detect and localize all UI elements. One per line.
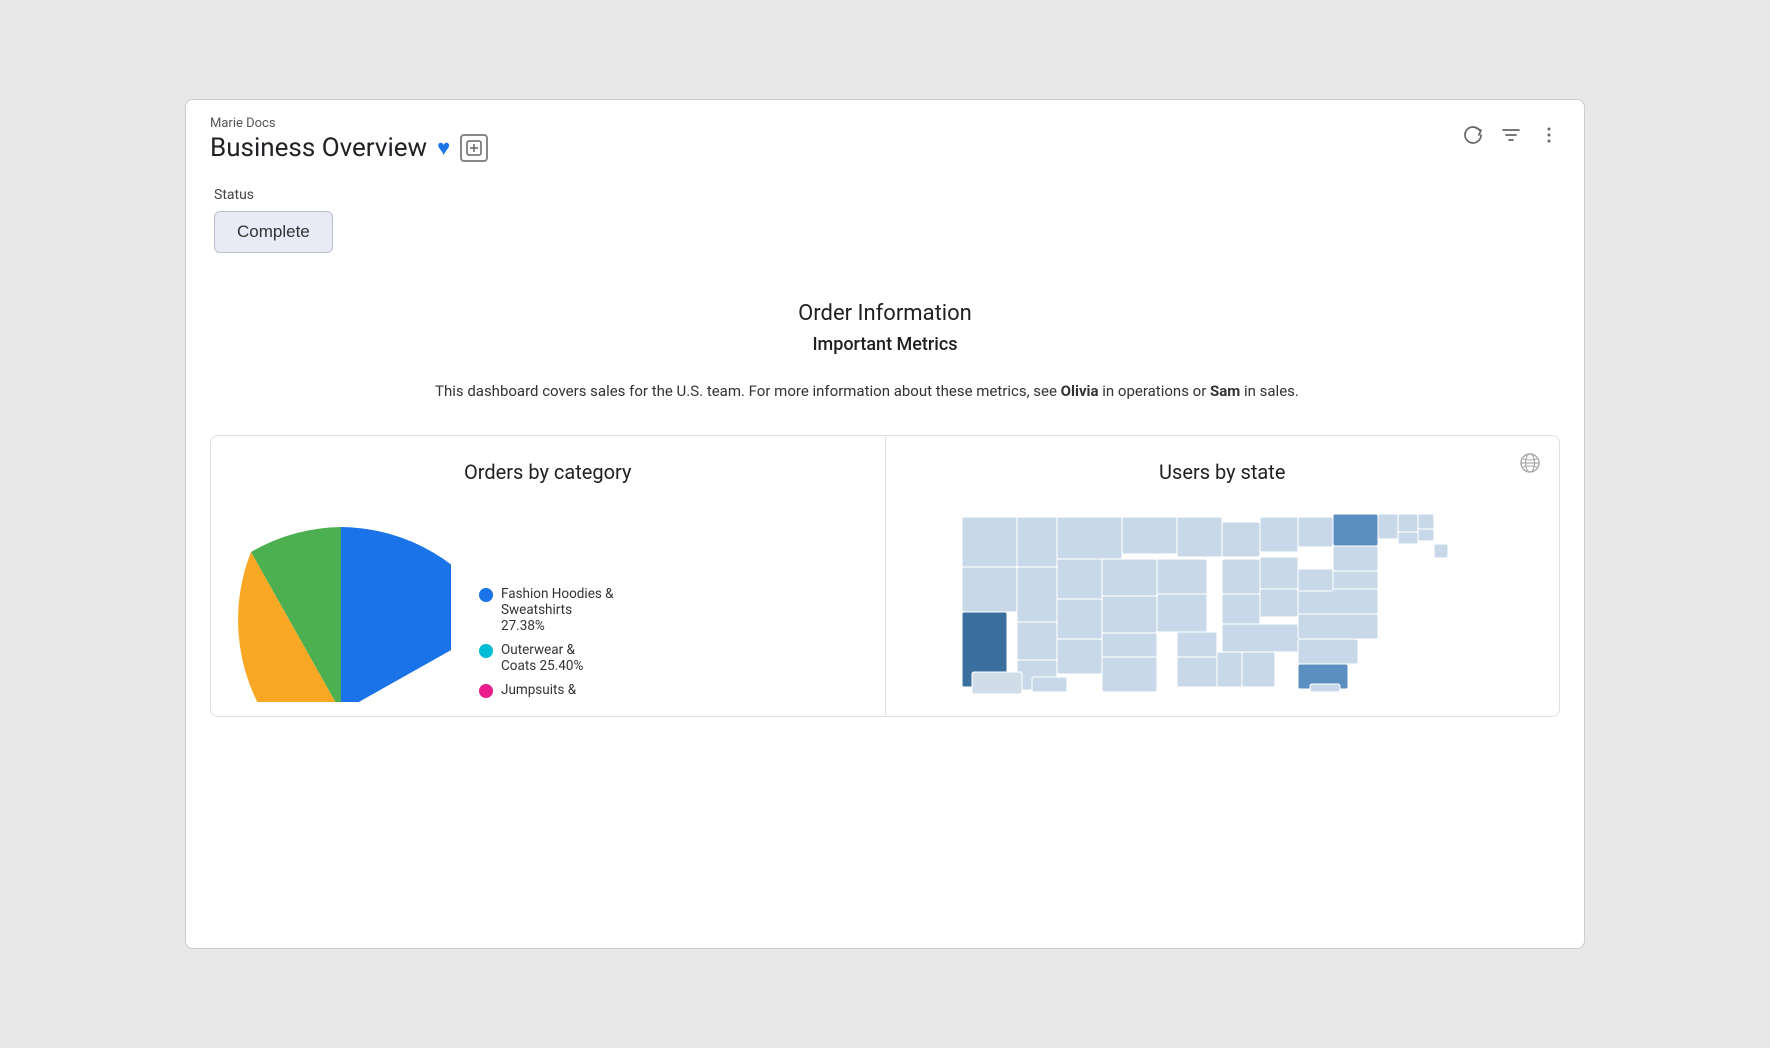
nc-state [1298, 614, 1378, 639]
pa-area [1298, 517, 1333, 547]
oh-state [1260, 557, 1298, 589]
me-state [1418, 514, 1434, 529]
mn-state [1177, 517, 1222, 557]
va-state [1298, 589, 1378, 614]
mi-state [1260, 517, 1298, 552]
pie-legend: Fashion Hoodies &Sweatshirts27.38% Outer… [479, 586, 614, 706]
legend-dot-3 [479, 684, 493, 698]
refresh-icon[interactable] [1462, 124, 1484, 151]
ky-state [1260, 589, 1298, 617]
page-title: Business Overview [210, 133, 427, 163]
header-right [1462, 116, 1560, 151]
sc-state [1298, 639, 1358, 664]
mt-state [1057, 517, 1122, 559]
la-state [1177, 657, 1217, 687]
filter-icon[interactable] [1500, 124, 1522, 151]
desc-text-1: This dashboard covers sales for the U.S.… [435, 382, 1061, 400]
legend-item-2: Outerwear &Coats 25.40% [479, 642, 614, 674]
or-state [962, 567, 1017, 612]
heart-icon[interactable]: ♥ [437, 135, 450, 161]
ar-state [1177, 632, 1217, 657]
ct-state [1398, 532, 1418, 544]
de-state [1434, 544, 1448, 558]
wv-state [1298, 569, 1333, 591]
description: This dashboard covers sales for the U.S.… [435, 379, 1335, 403]
legend-label-2: Outerwear &Coats 25.40% [501, 642, 583, 674]
breadcrumb: Marie Docs [210, 116, 488, 131]
important-metrics-title: Important Metrics [214, 334, 1556, 355]
more-icon[interactable] [1538, 124, 1560, 151]
ma-state [1418, 529, 1434, 541]
header: Marie Docs Business Overview ♥ [186, 100, 1584, 171]
globe-icon[interactable] [1519, 452, 1541, 479]
wy-state [1057, 559, 1102, 599]
main-window: Marie Docs Business Overview ♥ [185, 99, 1585, 949]
legend-item-3: Jumpsuits & [479, 682, 614, 698]
chart1-title: Orders by category [231, 460, 865, 484]
nd-state [1122, 517, 1177, 554]
desc-text-2: in operations or [1099, 382, 1210, 400]
order-info-title: Order Information [214, 301, 1556, 326]
status-label: Status [214, 187, 1556, 203]
ia-state [1157, 559, 1207, 594]
nm-state [1057, 639, 1102, 674]
sd-state [1102, 559, 1157, 596]
id-state [1017, 517, 1057, 567]
fl-thumb [1310, 684, 1340, 692]
ny-state [1333, 514, 1378, 546]
ne-state [1102, 596, 1157, 633]
hi-state [1032, 677, 1067, 692]
ak-state [972, 672, 1022, 694]
users-by-state-panel: Users by state [886, 436, 1560, 716]
nv-state [1017, 567, 1057, 622]
legend-dot-1 [479, 588, 493, 602]
mo-state [1157, 594, 1207, 632]
tn-state [1222, 624, 1300, 652]
us-map-area [906, 502, 1540, 702]
wa-state [962, 517, 1017, 567]
orders-by-category-panel: Orders by category [211, 436, 886, 716]
legend-dot-2 [479, 644, 493, 658]
in-state [1222, 594, 1260, 624]
desc-sam: Sam [1210, 382, 1240, 400]
status-button[interactable]: Complete [214, 211, 333, 253]
chart2-title: Users by state [906, 460, 1540, 484]
al-state [1242, 652, 1275, 687]
pie-chart [231, 502, 451, 706]
nh-state [1398, 514, 1418, 532]
charts-row: Orders by category [210, 435, 1560, 717]
legend-label-1: Fashion Hoodies &Sweatshirts27.38% [501, 586, 614, 634]
legend-item-1: Fashion Hoodies &Sweatshirts27.38% [479, 586, 614, 634]
il-state [1222, 559, 1260, 594]
section-center: Order Information Important Metrics [214, 301, 1556, 355]
header-left: Marie Docs Business Overview ♥ [210, 116, 488, 163]
content-area: Status Complete Order Information Import… [186, 171, 1584, 948]
vt-state [1378, 514, 1398, 539]
desc-olivia: Olivia [1061, 382, 1099, 400]
wi-state [1222, 522, 1260, 557]
add-page-icon[interactable] [460, 134, 488, 162]
legend-label-3: Jumpsuits & [501, 682, 576, 698]
tx-state2 [1102, 657, 1157, 692]
pie-area: Fashion Hoodies &Sweatshirts27.38% Outer… [231, 502, 865, 706]
ut-state [1017, 622, 1057, 660]
desc-text-3: in sales. [1240, 382, 1299, 400]
nj-pa [1333, 546, 1378, 571]
title-row: Business Overview ♥ [210, 133, 488, 163]
co-state [1057, 599, 1102, 639]
